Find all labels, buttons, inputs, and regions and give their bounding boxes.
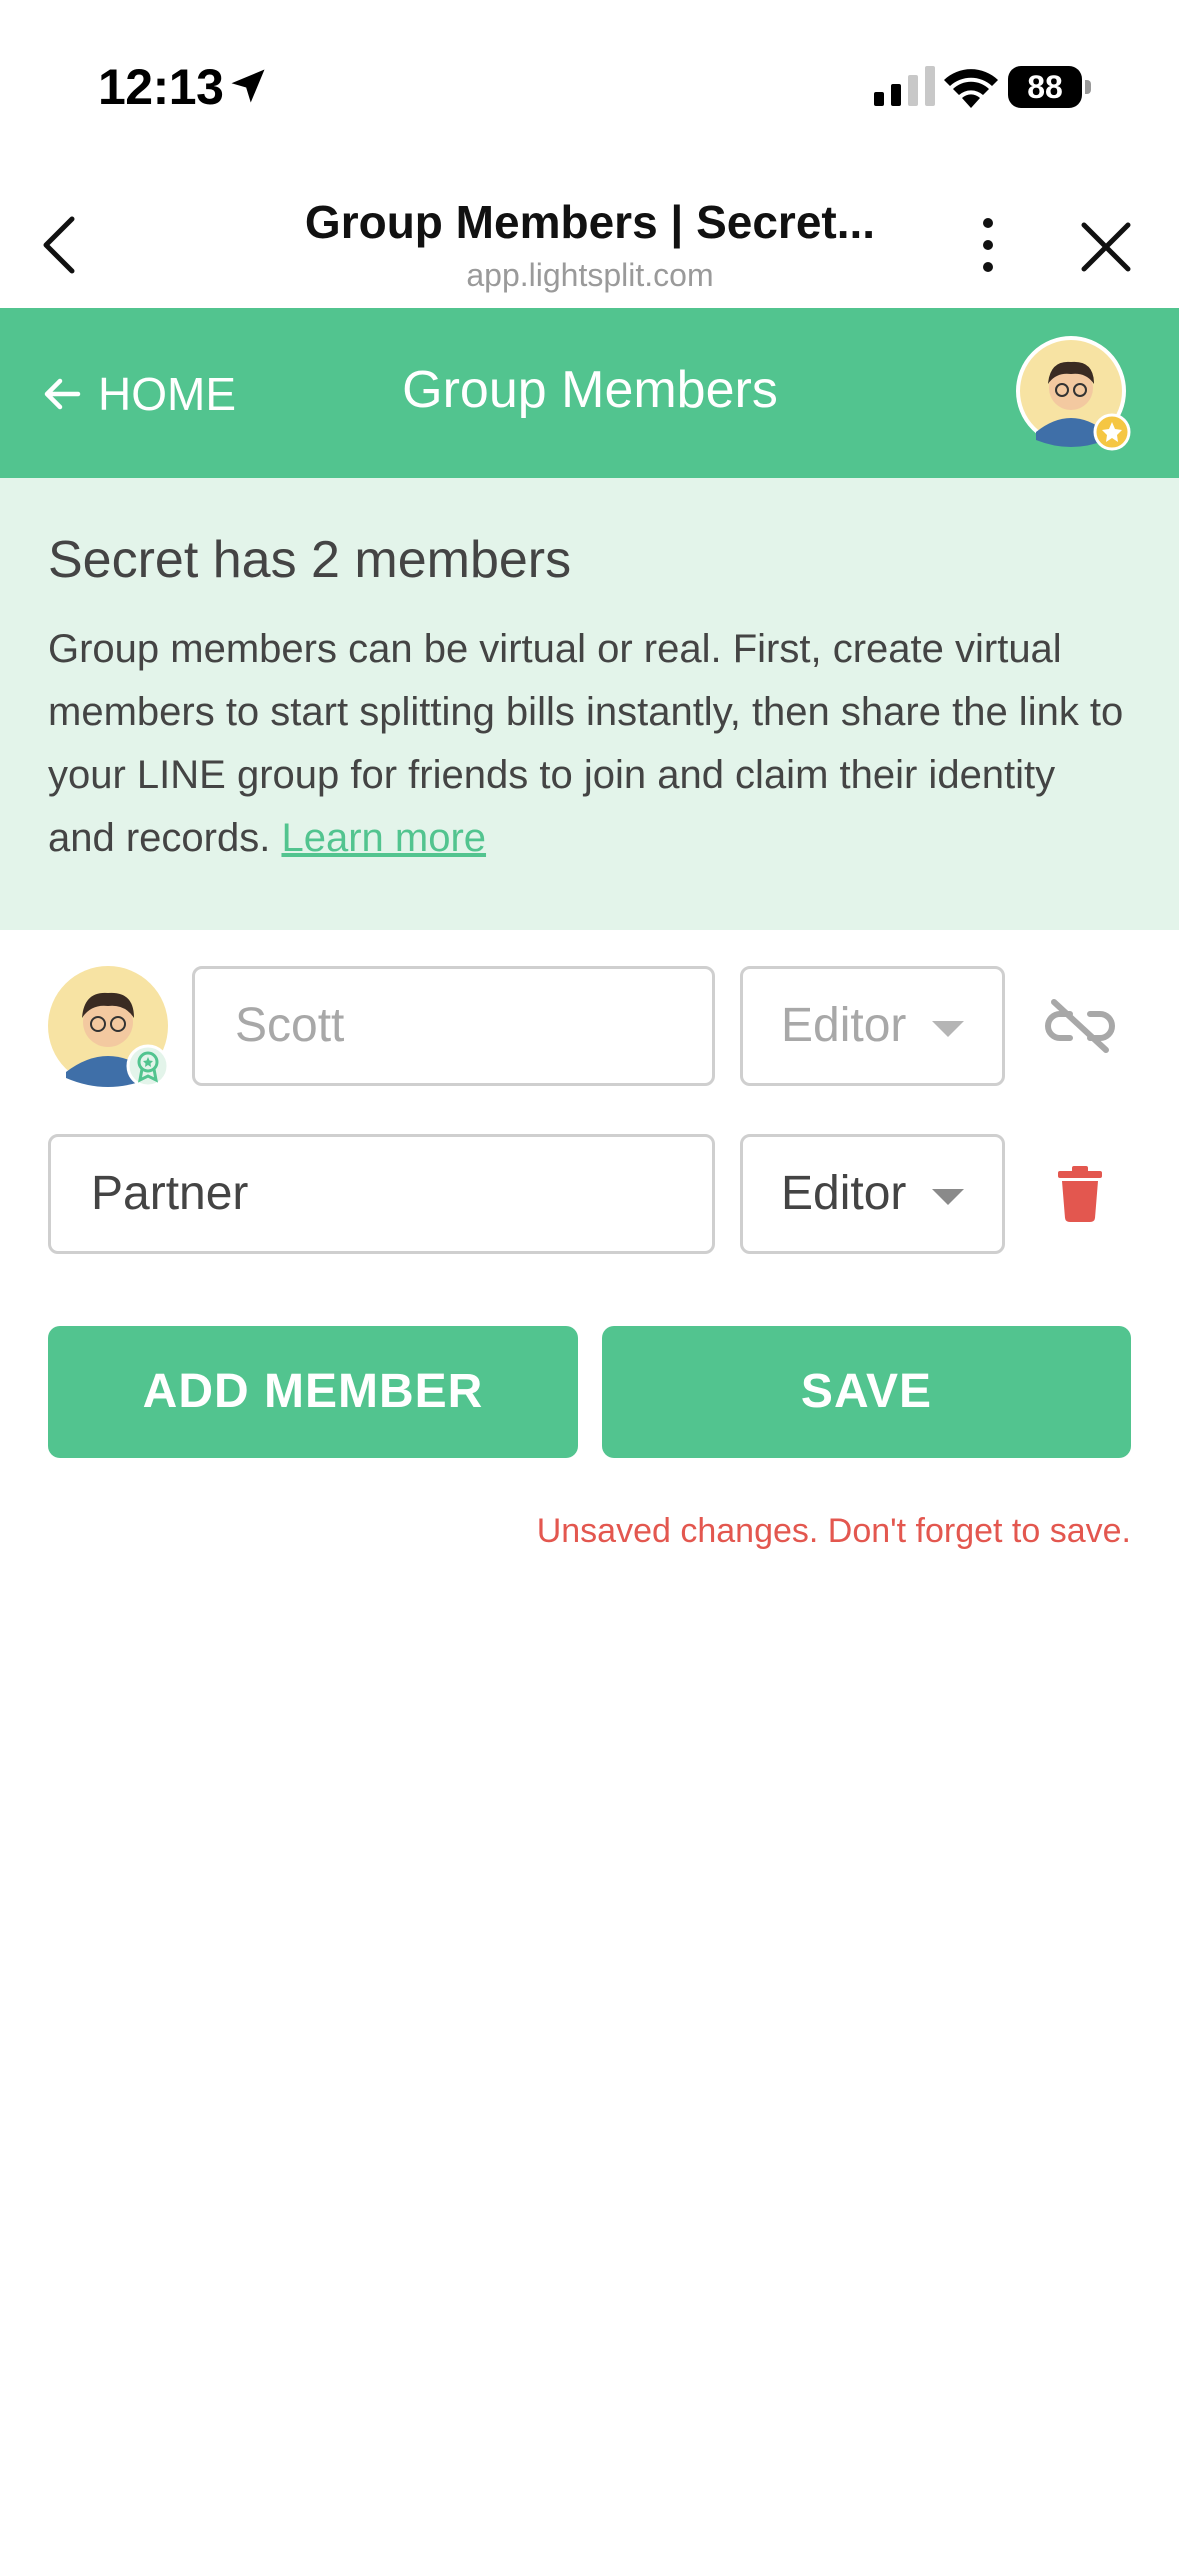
member-name-input[interactable]: Scott [192,966,715,1086]
unlink-button[interactable] [1040,994,1120,1058]
info-description: Group members can be virtual or real. Fi… [48,618,1131,870]
role-select[interactable]: Editor [740,966,1005,1086]
trash-icon [1058,1166,1102,1222]
member-count-heading: Secret has 2 members [48,531,572,589]
browser-page-title: Group Members | Secret... [304,196,876,248]
info-panel: Secret has 2 members Group members can b… [0,478,1179,930]
arrow-left-icon [44,378,81,410]
member-row: Scott Editor [0,966,1179,1088]
close-icon[interactable] [1078,219,1134,275]
status-bar: 12:13 88 [0,0,1179,175]
battery-level: 88 [1008,66,1082,108]
home-link[interactable]: HOME [40,366,236,422]
role-select-value: Editor [781,1167,907,1220]
caret-down-icon [932,1189,964,1205]
add-member-button[interactable]: ADD MEMBER [48,1326,578,1458]
wifi-icon [944,69,998,108]
learn-more-link[interactable]: Learn more [281,816,486,860]
unsaved-changes-warning: Unsaved changes. Don't forget to save. [536,1512,1131,1550]
member-avatar [48,966,170,1088]
browser-toolbar: Group Members | Secret... app.lightsplit… [0,175,1179,308]
page-title: Group Members [402,361,778,419]
user-avatar[interactable] [1016,336,1132,452]
app-header: HOME Group Members [0,308,1179,478]
more-options-icon[interactable] [968,215,1008,275]
save-button[interactable]: SAVE [602,1326,1131,1458]
status-time: 12:13 [98,59,224,115]
info-description-text: Group members can be virtual or real. Fi… [48,627,1124,860]
role-select-value: Editor [781,999,907,1052]
location-arrow-icon [231,69,265,103]
unlink-icon [1045,999,1115,1053]
home-label: HOME [98,368,236,420]
member-row: Partner Editor [0,1134,1179,1254]
member-name-input[interactable]: Partner [48,1134,715,1254]
caret-down-icon [932,1021,964,1037]
browser-url: app.lightsplit.com [466,257,714,293]
delete-member-button[interactable] [1040,1162,1120,1226]
cellular-signal-icon [874,66,935,106]
role-select[interactable]: Editor [740,1134,1005,1254]
browser-back-icon[interactable] [36,213,86,277]
battery-icon: 88 [1008,66,1092,108]
